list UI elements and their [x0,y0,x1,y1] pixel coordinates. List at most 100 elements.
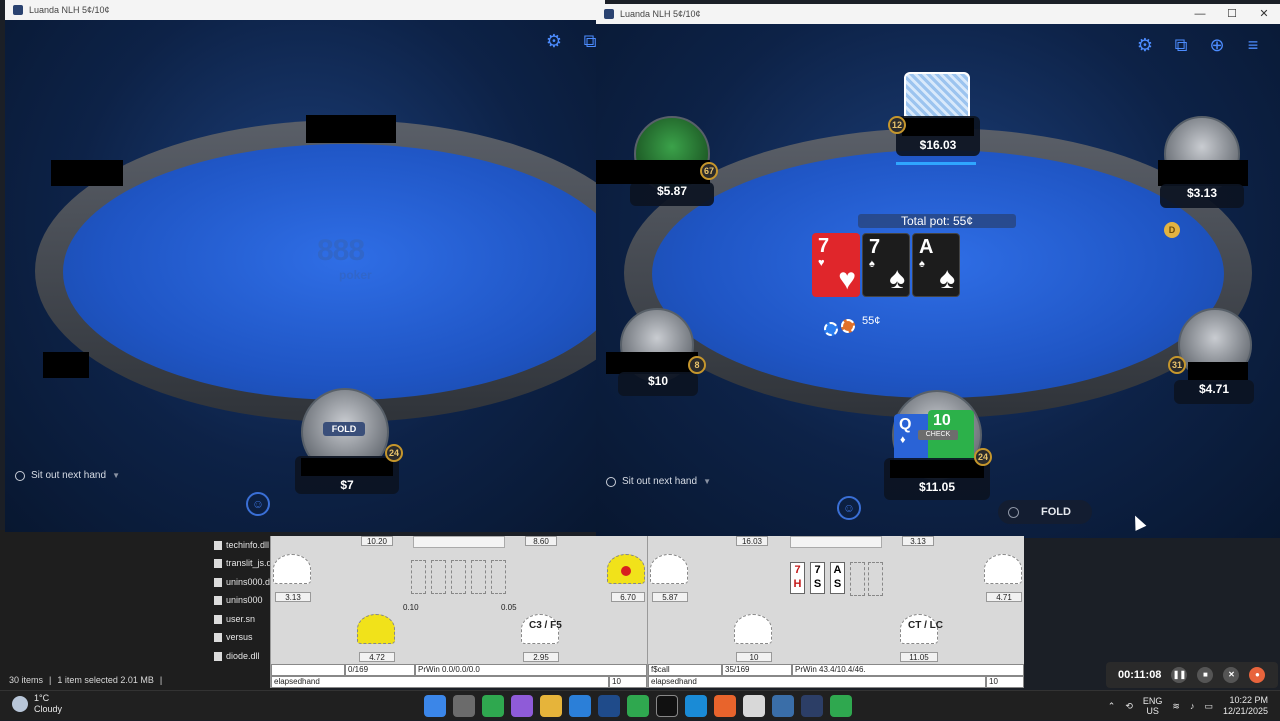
board-card: 7 ♥ ♥ [812,233,860,297]
document-icon[interactable] [743,695,765,717]
timer-bar [896,162,976,165]
language-indicator[interactable]: ENG US [1143,696,1163,716]
copilot-icon[interactable] [511,695,533,717]
pause-icon[interactable]: ❚❚ [1171,667,1188,683]
maximize-button[interactable]: ☐ [1216,4,1248,24]
weather-widget[interactable]: 1°C Cloudy [12,693,62,715]
chrome-active-icon[interactable] [830,695,852,717]
file-icon [214,577,222,587]
volume-icon[interactable]: ♪ [1190,701,1195,711]
system-tray: ⌃ ⟲ ENG US ≋ ♪ ▭ 10:22 PM 12/21/2025 [1108,691,1280,721]
dealer-button: D [1164,222,1180,238]
add-table-icon[interactable]: ⊕ [1206,34,1228,56]
chip-icon [841,319,855,333]
fold-button[interactable]: FOLD [998,500,1092,524]
recorder-logo-icon[interactable]: ● [1249,667,1266,683]
table-felt [63,144,605,400]
hud-right: 16.03 3.13 5.87 7H 7S AS 4.71 10 CT / LC… [647,536,1024,688]
seat-top-left-stack: $5.87 [656,184,688,198]
seat-left-box: $10 [618,372,698,396]
left-table-window: Luanda NLH 5¢/10¢ ⚙ ⧉ 888 poker FOLD $7 … [5,0,605,532]
recording-time: 00:11:08 [1118,669,1162,681]
file-icon [214,595,222,605]
window-controls: — ☐ ✕ [1184,4,1280,24]
windows-start-icon[interactable] [424,695,446,717]
left-titlebar[interactable]: Luanda NLH 5¢/10¢ [5,0,605,20]
redacted-name [606,352,698,374]
hud-left: 10.20 8.60 3.13 0.10 0.05 6.70 4.72 C3 /… [270,536,647,688]
hud-name-box [790,536,882,548]
task-view-icon[interactable] [453,695,475,717]
file-explorer: techinfo.dll translit_js.dll unins000.da… [0,530,280,690]
steam-icon[interactable] [598,695,620,717]
redacted-name [902,118,974,136]
file-icon [214,540,222,550]
history-icon[interactable]: ⧉ [1170,34,1192,56]
explorer-statusbar: 30 items | 1 item selected 2.01 MB | [0,672,270,688]
board-card: 7 ♠ ♠ [862,233,910,297]
minimize-button[interactable]: — [1184,4,1216,24]
check-badge: CHECK [918,430,958,440]
file-item[interactable]: translit_js.dll [214,556,276,570]
redacted-name [51,160,123,186]
file-item[interactable]: diode.dll [214,649,260,663]
chrome-profile-icon[interactable] [627,695,649,717]
seat-right-stack: $4.71 [1198,382,1230,396]
monitor-icon[interactable] [772,695,794,717]
menu-icon[interactable]: ≡ [1242,34,1264,56]
chrome-icon[interactable] [482,695,504,717]
hud-dealer-dot [621,566,631,576]
poker-client-icon[interactable] [801,695,823,717]
seat-top-box: $16.03 [896,116,980,156]
file-item[interactable]: user.sn [214,612,255,626]
window-title: Luanda NLH 5¢/10¢ [620,9,701,19]
close-button[interactable]: ✕ [1248,4,1280,24]
item-count: 30 items [9,675,44,685]
file-item[interactable]: unins000.dat [214,575,278,589]
seat-top-right-stack: $3.13 [1186,186,1218,200]
battery-icon[interactable]: ▭ [1204,701,1213,712]
file-item[interactable]: versus [214,630,253,644]
seat-right-box: $4.71 [1174,380,1254,404]
file-explorer-icon[interactable] [540,695,562,717]
redacted-name [1188,362,1248,380]
file-item[interactable]: unins000 [214,593,263,607]
radio-icon [606,476,616,487]
file-icon [214,558,222,568]
seat-top-right-box: $3.13 [1160,184,1244,208]
table-area: ⚙ ⧉ 888 poker FOLD $7 24 Sit out next ha… [5,20,605,532]
level-badge: 24 [385,444,403,462]
file-item[interactable]: techinfo.dll [214,538,269,552]
edge-icon[interactable] [685,695,707,717]
app-icon[interactable] [656,695,678,717]
network-icon[interactable]: ⟲ [1125,701,1133,712]
right-titlebar[interactable]: Luanda NLH 5¢/10¢ — ☐ ✕ [596,4,1280,24]
emoji-icon[interactable]: ☺ [837,496,861,520]
outlook-icon[interactable] [569,695,591,717]
settings-icon[interactable]: ⚙ [543,30,565,52]
sit-out-toggle[interactable]: Sit out next hand ▼ [606,476,711,487]
wifi-icon[interactable]: ≋ [1172,701,1180,712]
firefox-icon[interactable] [714,695,736,717]
radio-icon [15,470,25,481]
settings-icon[interactable]: ⚙ [1134,34,1156,56]
level-badge: 8 [688,356,706,374]
hero-seat-box: $7 [295,456,399,494]
emoji-icon[interactable]: ☺ [246,492,270,516]
chevron-up-icon[interactable]: ⌃ [1108,701,1116,712]
level-badge: 24 [974,448,992,466]
seat-top-left-box: $5.87 [630,182,714,206]
hero-stack: $7 [340,478,354,492]
stop-icon[interactable]: ■ [1197,667,1214,683]
hud-board-card: 7H [790,562,805,594]
seat-top-stack: $16.03 [919,138,957,152]
level-badge: 67 [700,162,718,180]
redacted-name [301,458,393,476]
level-badge: 12 [888,116,906,134]
pot-chips-amount: 55¢ [862,315,881,327]
clock[interactable]: 10:22 PM 12/21/2025 [1223,695,1268,717]
file-icon [214,632,222,642]
close-icon[interactable]: ✕ [1223,667,1240,683]
sit-out-toggle[interactable]: Sit out next hand ▼ [15,470,120,481]
app-icon [13,5,23,15]
